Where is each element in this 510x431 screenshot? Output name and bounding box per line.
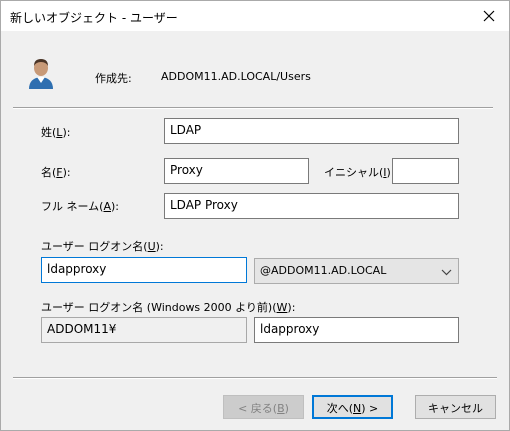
create-in-path: ADDOM11.AD.LOCAL/Users <box>161 70 311 83</box>
upn-suffix-select[interactable]: @ADDOM11.AD.LOCAL <box>254 258 459 284</box>
title-bar: 新しいオブジェクト - ユーザー <box>1 1 509 31</box>
full-name-label: フル ネーム(A): <box>41 200 119 213</box>
first-name-input[interactable]: Proxy <box>164 158 309 184</box>
first-name-label: 名(F): <box>41 166 71 179</box>
logon-name-value: ldapproxy <box>47 262 107 276</box>
full-name-input[interactable]: LDAP Proxy <box>164 193 459 219</box>
window-title: 新しいオブジェクト - ユーザー <box>10 11 178 25</box>
initials-input[interactable] <box>392 158 459 184</box>
initials-label: イニシャル(I): <box>324 166 395 179</box>
last-name-value: LDAP <box>170 123 202 137</box>
first-name-value: Proxy <box>170 163 203 177</box>
chevron-down-icon <box>441 266 452 279</box>
back-button[interactable]: < 戻る(B) <box>223 395 304 419</box>
last-name-input[interactable]: LDAP <box>164 118 459 144</box>
last-name-label: 姓(L): <box>41 126 71 139</box>
pre2000-logon-value: ldapproxy <box>260 322 320 336</box>
pre2000-logon-label: ユーザー ログオン名 (Windows 2000 より前)(W): <box>41 301 296 314</box>
next-button[interactable]: 次へ(N) > <box>312 395 393 419</box>
top-separator <box>13 107 493 109</box>
full-name-value: LDAP Proxy <box>170 198 238 212</box>
pre2000-logon-input[interactable]: ldapproxy <box>254 317 459 343</box>
close-button[interactable] <box>469 1 509 31</box>
create-in-label: 作成先: <box>95 72 132 85</box>
pre2000-domain-field: ADDOM11¥ <box>41 317 247 343</box>
bottom-separator <box>13 377 497 379</box>
close-icon <box>483 10 495 22</box>
pre2000-domain-value: ADDOM11¥ <box>47 322 117 336</box>
user-avatar-icon <box>27 57 55 92</box>
logon-name-input[interactable]: ldapproxy <box>41 257 247 283</box>
upn-suffix-value: @ADDOM11.AD.LOCAL <box>260 264 387 277</box>
cancel-label: キャンセル <box>428 402 483 415</box>
new-user-dialog: 新しいオブジェクト - ユーザー 作成先: ADDOM11.AD.LOCAL/U… <box>0 0 510 431</box>
cancel-button[interactable]: キャンセル <box>415 395 496 419</box>
logon-name-label: ユーザー ログオン名(U): <box>41 240 164 253</box>
